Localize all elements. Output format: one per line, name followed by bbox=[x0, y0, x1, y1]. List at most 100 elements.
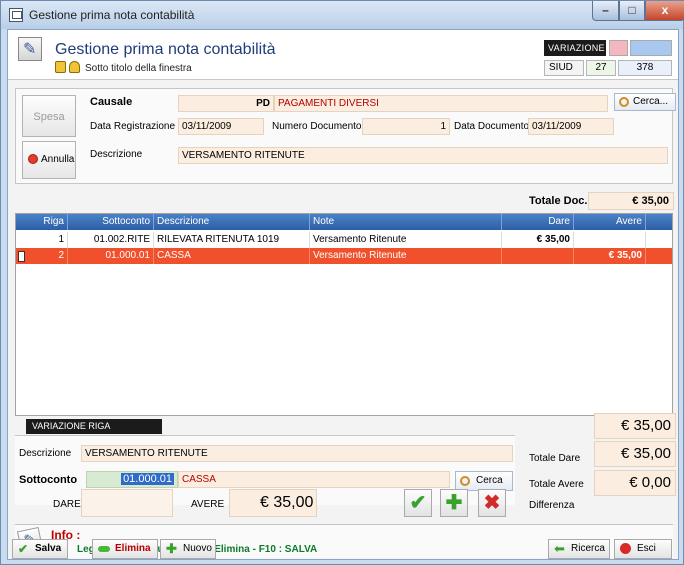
spesa-button[interactable]: Spesa bbox=[22, 95, 76, 137]
search-icon bbox=[460, 476, 470, 486]
numero-documento-label: Numero Documento bbox=[272, 121, 362, 132]
lock-icon bbox=[55, 61, 66, 73]
minus-icon bbox=[98, 546, 110, 552]
sottoconto-description-field[interactable]: CASSA bbox=[178, 471, 450, 488]
avere-field[interactable]: € 35,00 bbox=[229, 489, 317, 517]
cell-dare: € 35,00 bbox=[502, 232, 574, 248]
dare-field[interactable] bbox=[81, 489, 173, 517]
esci-button[interactable]: Esci bbox=[614, 539, 672, 559]
ricerca-button-label: Ricerca bbox=[571, 543, 605, 554]
maximize-button[interactable]: □ bbox=[619, 1, 645, 21]
page-title: Gestione prima nota contabilità bbox=[55, 41, 276, 58]
variazione-color-blue bbox=[630, 40, 672, 56]
table-header: Riga Sottoconto Descrizione Note Dare Av… bbox=[16, 214, 672, 230]
descrizione-label: Descrizione bbox=[90, 149, 143, 160]
data-registrazione-field[interactable]: 03/11/2009 bbox=[178, 118, 264, 135]
sottoconto-code-field[interactable]: 01.000.01 bbox=[86, 471, 178, 488]
totale-doc-label: Totale Doc. bbox=[529, 195, 588, 207]
cell-sottoconto: 01.000.01 bbox=[68, 248, 154, 264]
siud-number: 27 bbox=[586, 60, 616, 76]
salva-button-label: Salva bbox=[35, 543, 62, 554]
edit-document-icon bbox=[18, 37, 42, 61]
cell-note: Versamento Ritenute bbox=[310, 232, 502, 248]
variazione-riga-label: VARIAZIONE RIGA bbox=[26, 419, 162, 434]
application-window: Gestione prima nota contabilità – □ x Ge… bbox=[0, 0, 684, 565]
cell-avere: € 35,00 bbox=[574, 248, 646, 264]
dare-label: DARE bbox=[53, 499, 81, 510]
causale-code-field[interactable]: PD bbox=[178, 95, 274, 112]
siud-label: SIUD bbox=[544, 60, 584, 76]
causale-description-field[interactable]: PAGAMENTI DIVERSI bbox=[274, 95, 608, 112]
cell-descrizione: RILEVATA RITENUTA 1019 bbox=[154, 232, 310, 248]
entries-table[interactable]: Riga Sottoconto Descrizione Note Dare Av… bbox=[15, 213, 673, 416]
bottom-toolbar: ✔ Salva Elimina ✚ Nuovo ⬅ Ricerca Esci bbox=[8, 539, 678, 561]
window-client-area: Gestione prima nota contabilità Sotto ti… bbox=[7, 29, 679, 560]
arrow-left-icon: ⬅ bbox=[554, 541, 565, 556]
riga-descrizione-field[interactable]: VERSAMENTO RITENUTE bbox=[81, 445, 513, 462]
data-documento-label: Data Documento bbox=[454, 121, 530, 132]
annulla-button-label: Annulla bbox=[41, 154, 75, 165]
variazione-color-pink bbox=[609, 40, 628, 56]
nuovo-button[interactable]: ✚ Nuovo bbox=[160, 539, 216, 559]
confirm-row-button[interactable]: ✔ bbox=[404, 489, 432, 517]
elimina-button[interactable]: Elimina bbox=[92, 539, 158, 559]
causale-label: Causale bbox=[90, 96, 133, 108]
cell-note: Versamento Ritenute bbox=[310, 248, 502, 264]
close-button[interactable]: x bbox=[645, 1, 684, 21]
causale-search-label: Cerca... bbox=[633, 96, 669, 107]
data-registrazione-label: Data Registrazione bbox=[90, 121, 176, 132]
siud-value: 378 bbox=[618, 60, 672, 76]
delete-x-icon: ✖ bbox=[483, 492, 501, 514]
sottoconto-search-button[interactable]: Cerca bbox=[455, 471, 513, 491]
totale-dare-label: Totale Dare bbox=[529, 453, 581, 464]
totale-avere-label: Totale Avere bbox=[529, 479, 584, 490]
annulla-button[interactable]: Annulla bbox=[22, 141, 76, 179]
sottoconto-code-selection: 01.000.01 bbox=[121, 473, 174, 485]
causale-search-button[interactable]: Cerca... bbox=[614, 93, 676, 111]
variazione-label: VARIAZIONE bbox=[544, 40, 606, 56]
table-row[interactable]: 1 01.002.RITE RILEVATA RITENUTA 1019 Ver… bbox=[16, 232, 672, 248]
column-header-descrizione[interactable]: Descrizione bbox=[154, 214, 310, 230]
totale-dare-value: € 35,00 bbox=[594, 413, 676, 439]
document-form: Spesa Annulla Causale PD PAGAMENTI DIVER… bbox=[15, 88, 676, 184]
descrizione-field[interactable]: VERSAMENTO RITENUTE bbox=[178, 147, 668, 164]
table-row-selected[interactable]: 2 01.000.01 CASSA Versamento Ritenute € … bbox=[16, 248, 672, 264]
title-bar[interactable]: Gestione prima nota contabilità – □ x bbox=[1, 1, 684, 29]
elimina-button-label: Elimina bbox=[115, 543, 151, 554]
ricerca-button[interactable]: ⬅ Ricerca bbox=[548, 539, 610, 559]
sottoconto-label: Sottoconto bbox=[19, 474, 78, 486]
current-row-indicator bbox=[18, 251, 25, 262]
cancel-icon bbox=[28, 154, 38, 164]
form-header: Gestione prima nota contabilità Sotto ti… bbox=[8, 30, 678, 80]
totale-avere-value: € 35,00 bbox=[594, 441, 676, 467]
unlock-icon bbox=[69, 61, 80, 73]
column-header-note[interactable]: Note bbox=[310, 214, 502, 230]
riga-descrizione-label: Descrizione bbox=[19, 448, 72, 459]
cell-sottoconto: 01.002.RITE bbox=[68, 232, 154, 248]
cell-riga: 2 bbox=[26, 248, 68, 264]
window-title: Gestione prima nota contabilità bbox=[29, 8, 195, 22]
column-header-riga[interactable]: Riga bbox=[26, 214, 68, 230]
cell-descrizione: CASSA bbox=[154, 248, 310, 264]
add-row-button[interactable]: ✚ bbox=[440, 489, 468, 517]
differenza-label: Differenza bbox=[529, 500, 575, 511]
totale-doc-value: € 35,00 bbox=[588, 192, 674, 210]
search-icon bbox=[619, 97, 629, 107]
exit-icon bbox=[620, 543, 631, 554]
esci-button-label: Esci bbox=[637, 543, 656, 554]
data-documento-field[interactable]: 03/11/2009 bbox=[528, 118, 614, 135]
column-header-avere[interactable]: Avere bbox=[574, 214, 646, 230]
numero-documento-field[interactable]: 1 bbox=[362, 118, 450, 135]
column-header-dare[interactable]: Dare bbox=[502, 214, 574, 230]
minimize-button[interactable]: – bbox=[592, 1, 619, 21]
plus-icon: ✚ bbox=[166, 541, 177, 556]
cell-riga: 1 bbox=[26, 232, 68, 248]
salva-button[interactable]: ✔ Salva bbox=[12, 539, 68, 559]
page-subtitle: Sotto titolo della finestra bbox=[85, 63, 192, 74]
delete-row-button[interactable]: ✖ bbox=[478, 489, 506, 517]
sottoconto-search-label: Cerca bbox=[476, 475, 503, 486]
checkmark-icon: ✔ bbox=[409, 492, 427, 514]
column-header-sottoconto[interactable]: Sottoconto bbox=[68, 214, 154, 230]
plus-icon: ✚ bbox=[445, 492, 463, 514]
avere-label: AVERE bbox=[191, 499, 225, 510]
